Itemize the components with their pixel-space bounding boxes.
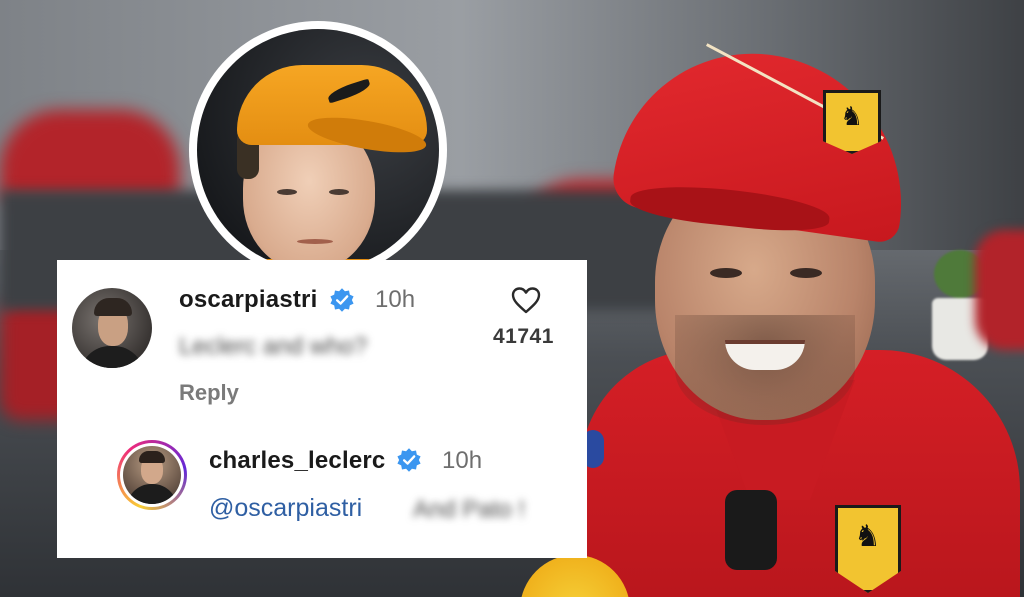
beard — [675, 315, 855, 425]
avatar-hair — [139, 451, 165, 463]
like-count: 41741 — [493, 325, 554, 348]
heart-icon[interactable] — [510, 284, 542, 316]
reply-button[interactable]: Reply — [179, 380, 239, 406]
sunglasses — [725, 490, 777, 570]
avatar-shirt — [80, 346, 144, 368]
mouth — [297, 239, 333, 244]
eye — [710, 268, 742, 278]
comment-timestamp: 10h — [375, 286, 416, 313]
eye — [329, 189, 349, 195]
eye — [277, 189, 297, 195]
comment-thread-card: oscarpiastri 10h Leclerc and who? Reply … — [57, 260, 587, 558]
comment-username[interactable]: oscarpiastri — [179, 286, 317, 314]
charles-leclerc-avatar[interactable] — [117, 440, 187, 510]
verified-badge-icon — [330, 288, 354, 312]
reply-timestamp: 10h — [442, 447, 483, 474]
piastri-photo — [197, 29, 439, 271]
verified-badge-icon — [397, 448, 421, 472]
eye — [790, 268, 822, 278]
oscarpiastri-avatar[interactable] — [72, 288, 152, 368]
avatar-photo — [123, 446, 181, 504]
comment-text-blurred: Leclerc and who? — [179, 333, 368, 360]
prancing-horse-icon: ♞ — [840, 101, 864, 131]
reply-text-blurred: And Pato ! — [413, 496, 526, 523]
reply-username[interactable]: charles_leclerc — [209, 447, 385, 475]
piastri-portrait — [189, 21, 447, 279]
avatar-shirt — [127, 484, 177, 504]
background-red-chair — [0, 110, 180, 200]
prancing-horse-icon: ♞ — [854, 520, 881, 553]
mention-link[interactable]: @oscarpiastri — [209, 494, 362, 523]
avatar-hair — [94, 298, 132, 316]
leclerc-photo: ♞ ♞ — [520, 35, 1024, 597]
ferrari-cap-badge: ♞ — [823, 90, 881, 154]
